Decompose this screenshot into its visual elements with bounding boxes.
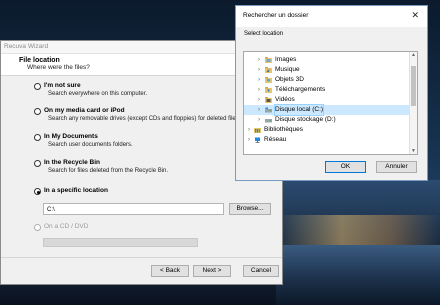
dialog-subtitle: Select location: [244, 31, 284, 37]
tree-item-libraries[interactable]: › Bibliothèques: [244, 125, 414, 135]
tree-item-label: Musique: [275, 66, 300, 73]
location-path-input[interactable]: C:\: [43, 203, 224, 215]
option-recycle-bin-label: In the Recycle Bin: [44, 159, 100, 166]
tree-item-label: Bibliothèques: [264, 126, 304, 133]
close-icon[interactable]: ✕: [411, 10, 419, 21]
tree-item-network[interactable]: › Réseau: [244, 135, 414, 145]
radio-specific-location[interactable]: [34, 188, 41, 195]
radio-my-documents[interactable]: [34, 134, 41, 141]
wizard-cancel-button[interactable]: Cancel: [243, 265, 279, 277]
option-cd-dvd-label: On a CD / DVD: [44, 223, 89, 230]
tree-item-drive-d[interactable]: › Disque stockage (D:): [244, 115, 414, 125]
music-folder-icon: [265, 67, 272, 73]
tree-scrollbar[interactable]: ▲ ▼: [409, 52, 417, 154]
wizard-footer: < Back Next > Cancel: [1, 257, 282, 284]
ok-button[interactable]: OK: [325, 161, 366, 173]
browse-button[interactable]: Browse...: [229, 203, 271, 215]
tree-item-music[interactable]: › Musique: [244, 65, 414, 75]
tree-item-label: Disque stockage (D:): [275, 116, 336, 123]
chevron-right-icon[interactable]: ›: [256, 65, 262, 75]
tree-item-label: Réseau: [264, 136, 287, 143]
chevron-right-icon[interactable]: ›: [256, 55, 262, 65]
dialog-title: Rechercher un dossier: [243, 12, 309, 19]
dialog-cancel-button[interactable]: Annuler: [376, 161, 417, 173]
network-icon: [255, 137, 260, 143]
tree-item-videos[interactable]: › Vidéos: [244, 95, 414, 105]
chevron-right-icon[interactable]: ›: [246, 135, 252, 145]
3d-objects-folder-icon: [265, 77, 272, 83]
chevron-right-icon[interactable]: ›: [246, 125, 252, 135]
chevron-right-icon[interactable]: ›: [256, 75, 262, 85]
tree-item-label: Vidéos: [275, 96, 295, 103]
tree-item-drive-c[interactable]: › Disque local (C:): [244, 104, 414, 116]
tree-item-label: Disque local (C:): [273, 104, 325, 116]
downloads-folder-icon: [265, 87, 272, 93]
tree-item-downloads[interactable]: › Téléchargements: [244, 85, 414, 95]
radio-media-card[interactable]: [34, 108, 41, 115]
chevron-right-icon[interactable]: ›: [256, 115, 262, 125]
option-my-documents-label: In My Documents: [44, 133, 98, 140]
folder-tree[interactable]: › Images › Musique › Objets 3D › Télécha…: [243, 51, 418, 155]
option-my-documents-desc: Search user documents folders.: [48, 142, 133, 148]
back-button[interactable]: < Back: [151, 265, 189, 277]
videos-folder-icon: [265, 97, 272, 103]
libraries-icon: [254, 128, 261, 133]
option-media-card-desc: Search any removable drives (except CDs …: [48, 116, 241, 122]
radio-not-sure[interactable]: [34, 83, 41, 90]
tree-item-images[interactable]: › Images: [244, 55, 414, 65]
option-not-sure-desc: Search everywhere on this computer.: [48, 91, 148, 97]
pictures-folder-icon: [265, 57, 272, 63]
tree-item-label: Objets 3D: [275, 76, 304, 83]
cd-dvd-drive-select: [43, 238, 198, 247]
drive-c-icon: [265, 107, 272, 113]
chevron-right-icon[interactable]: ›: [256, 85, 262, 95]
scroll-up-icon[interactable]: ▲: [410, 52, 417, 58]
tree-item-label: Téléchargements: [275, 86, 326, 93]
background-water: [276, 245, 440, 305]
scrollbar-thumb[interactable]: [411, 66, 416, 106]
next-button[interactable]: Next >: [193, 265, 231, 277]
chevron-right-icon[interactable]: ›: [256, 95, 262, 105]
browse-folder-dialog: Rechercher un dossier ✕ Select location …: [235, 5, 428, 181]
chevron-right-icon[interactable]: ›: [256, 105, 262, 115]
scroll-down-icon[interactable]: ▼: [410, 148, 417, 154]
option-recycle-bin-desc: Search for files deleted from the Recycl…: [48, 168, 169, 174]
option-not-sure-label: I'm not sure: [44, 82, 81, 89]
tree-item-label: Images: [275, 56, 297, 63]
option-media-card-label: On my media card or iPod: [44, 107, 125, 114]
drive-d-icon: [265, 119, 272, 123]
tree-item-3d-objects[interactable]: › Objets 3D: [244, 75, 414, 85]
option-specific-location-label: In a specific location: [44, 187, 108, 194]
radio-recycle-bin[interactable]: [34, 160, 41, 167]
dialog-titlebar: Rechercher un dossier ✕: [236, 6, 427, 27]
radio-cd-dvd: [34, 224, 41, 231]
